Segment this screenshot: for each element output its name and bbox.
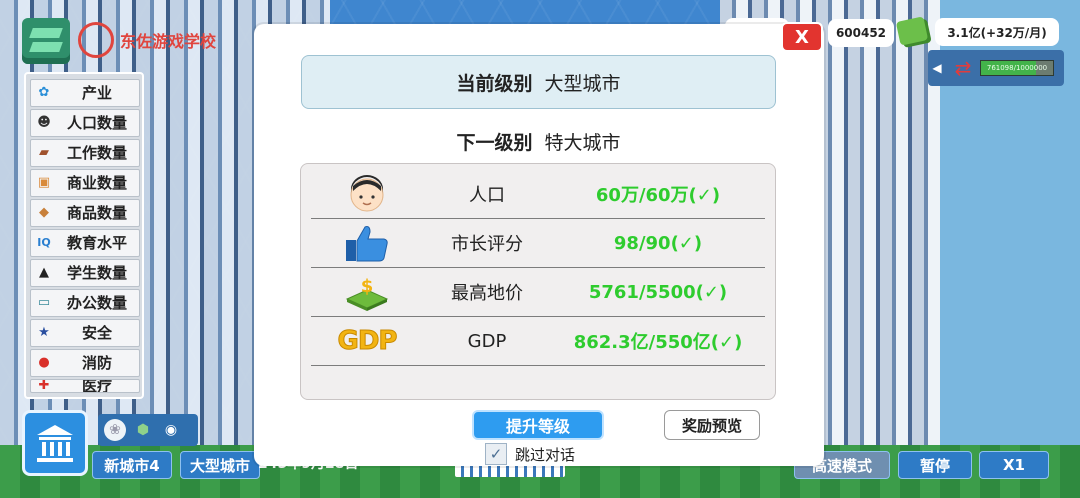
sidebar-item-students[interactable]: ▲ 学生数量 — [30, 258, 140, 287]
requirement-value: 98/90(✓) — [613, 232, 703, 254]
population-icon: ☻ — [37, 115, 51, 131]
happiness-progress-text: 761098/1000000 — [986, 64, 1048, 72]
briefcase-icon: ▰ — [39, 145, 49, 161]
sidebar-item-population[interactable]: ☻ 人口数量 — [30, 108, 140, 137]
view-toolbar: ❀ ⬢ ◉ — [98, 414, 198, 446]
data-view-list: ✿ 产业 ☻ 人口数量 ▰ 工作数量 ▣ 商业数量 ◆ 商品数量 IQ 教育水平… — [24, 72, 144, 399]
svg-text:$: $ — [361, 276, 374, 297]
sidebar-item-medical[interactable]: ✚ 医疗 — [30, 378, 140, 393]
money-counter: 3.1亿(+32万/月) — [935, 18, 1059, 46]
sidebar-item-jobs[interactable]: ▰ 工作数量 — [30, 138, 140, 167]
sidebar-item-label: 工作数量 — [66, 144, 127, 163]
requirement-row-gdp: GDP GDP 862.3亿/550亿(✓) — [311, 317, 765, 366]
graduation-cap-icon: ▲ — [39, 265, 49, 281]
sidebar-item-offices[interactable]: ▭ 办公数量 — [30, 288, 140, 317]
sidebar-item-goods[interactable]: ◆ 商品数量 — [30, 198, 140, 227]
sidebar-item-label: 安全 — [81, 324, 112, 343]
exchange-arrows-icon: ⇄ — [954, 56, 972, 80]
watermark: 东佐游戏学校 — [78, 22, 216, 58]
skip-dialog-option[interactable]: ✓ 跳过对话 — [485, 443, 575, 465]
sidebar-item-label: 医疗 — [81, 378, 112, 393]
citizen-face-icon — [311, 174, 423, 214]
city-hall-button[interactable] — [22, 410, 88, 476]
eye-icon[interactable]: ◉ — [160, 419, 182, 441]
hex-view-icon[interactable]: ⬢ — [132, 419, 154, 441]
reward-preview-button[interactable]: 奖励预览 — [664, 410, 760, 440]
next-level-row: 下一级别 特大城市 — [301, 124, 776, 158]
current-level-value: 大型城市 — [544, 72, 621, 95]
city-name-button[interactable]: 新城市4 — [92, 451, 172, 479]
pause-button[interactable]: 暂停 — [898, 451, 972, 479]
speed-multiplier-button[interactable]: X1 — [979, 451, 1049, 479]
current-level-label: 当前级别 — [456, 72, 533, 95]
thumbs-up-icon — [311, 223, 423, 263]
requirement-name: 市长评分 — [451, 234, 523, 255]
police-badge-icon: ★ — [38, 325, 50, 341]
watermark-text: 东佐游戏学校 — [120, 32, 217, 51]
collapse-arrow-icon[interactable]: ◀ — [928, 61, 946, 75]
sidebar-item-safety[interactable]: ★ 安全 — [30, 318, 140, 347]
sidebar-item-label: 学生数量 — [66, 264, 127, 283]
next-level-label: 下一级别 — [456, 131, 533, 154]
requirement-value: 862.3亿/550亿(✓) — [573, 332, 743, 353]
skip-dialog-checkbox[interactable]: ✓ — [485, 443, 507, 465]
sidebar-item-label: 教育水平 — [66, 234, 127, 253]
watermark-seal-icon — [78, 22, 114, 58]
sidebar-item-commerce[interactable]: ▣ 商业数量 — [30, 168, 140, 197]
requirement-row-land-value: $ 最高地价 5761/5500(✓) — [311, 268, 765, 317]
gdp-icon: GDP — [311, 326, 423, 357]
close-button[interactable]: X — [781, 22, 823, 52]
sidebar-item-label: 人口数量 — [66, 114, 127, 133]
fire-helmet-icon: ● — [38, 355, 50, 371]
education-icon: IQ — [37, 236, 51, 250]
shopping-bag-icon: ▣ — [37, 175, 51, 191]
layers-icon[interactable] — [22, 18, 70, 64]
requirement-row-mayor-rating: 市长评分 98/90(✓) — [311, 219, 765, 268]
gdp-icon-text: GDP — [337, 326, 398, 357]
requirement-value: 5761/5500(✓) — [588, 281, 728, 303]
requirements-table: 人口 60万/60万(✓) 市长评分 98/90(✓) $ 最高地价 5761/… — [300, 163, 776, 400]
sidebar-item-fire[interactable]: ● 消防 — [30, 348, 140, 377]
sidebar-item-education[interactable]: IQ 教育水平 — [30, 228, 140, 257]
happiness-progress-bar: 761098/1000000 — [980, 60, 1054, 76]
requirement-name: GDP — [467, 330, 507, 352]
sidebar-item-label: 消防 — [81, 354, 112, 373]
sidebar-item-label: 商业数量 — [66, 174, 127, 193]
bubble-view-icon[interactable]: ❀ — [104, 419, 126, 441]
current-level-box: 当前级别 大型城市 — [301, 55, 776, 109]
requirement-name: 人口 — [469, 185, 505, 206]
skip-dialog-label: 跳过对话 — [515, 445, 576, 464]
computer-icon: ▭ — [37, 295, 51, 311]
sidebar-item-industry[interactable]: ✿ 产业 — [30, 78, 140, 107]
upgrade-level-button[interactable]: 提升等级 — [472, 410, 604, 440]
sidebar-item-label: 产业 — [81, 84, 112, 103]
requirement-row-population: 人口 60万/60万(✓) — [311, 170, 765, 219]
industry-icon: ✿ — [38, 85, 50, 101]
requirement-name: 最高地价 — [451, 283, 523, 304]
sidebar-item-label: 办公数量 — [66, 294, 127, 313]
medical-icon: ✚ — [38, 378, 50, 393]
city-hall-icon — [37, 425, 73, 462]
next-level-value: 特大城市 — [544, 131, 621, 154]
sidebar-item-label: 商品数量 — [66, 204, 127, 223]
city-level-button[interactable]: 大型城市 — [180, 451, 260, 479]
requirement-value: 60万/60万(✓) — [595, 185, 721, 206]
land-value-icon: $ — [311, 272, 423, 312]
happiness-panel: ◀ ⇄ 761098/1000000 — [928, 50, 1064, 86]
box-icon: ◆ — [39, 205, 49, 221]
coins-counter: 600452 — [828, 19, 894, 47]
